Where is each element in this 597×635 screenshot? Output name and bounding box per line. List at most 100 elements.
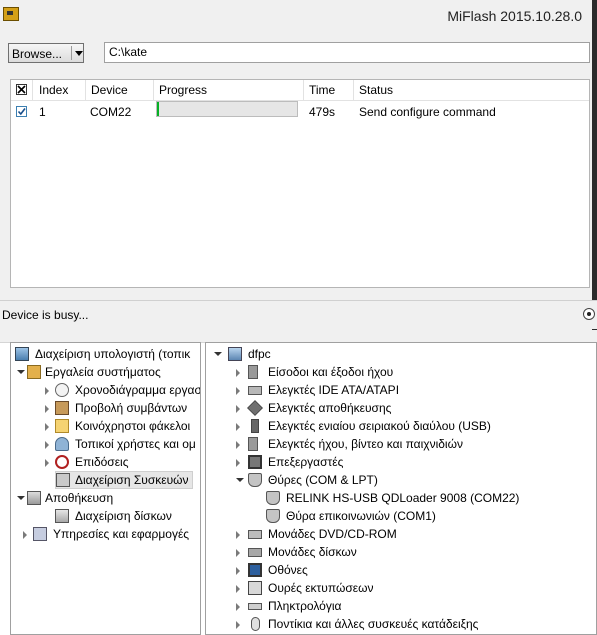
chevron-right-icon[interactable]: [236, 531, 240, 539]
chevron-down-icon[interactable]: [17, 496, 25, 500]
chevron-right-icon[interactable]: [23, 531, 27, 539]
row-time: 479s: [309, 105, 336, 119]
processor-icon: [248, 455, 262, 469]
row-device: COM22: [90, 105, 132, 119]
tree-item-label: Εργαλεία συστήματος: [45, 365, 161, 379]
window-title: MiFlash 2015.10.28.0: [447, 8, 582, 24]
port-icon: [266, 509, 280, 523]
row-checkbox[interactable]: [16, 106, 27, 117]
chevron-right-icon[interactable]: [236, 603, 240, 611]
printer-icon: [248, 581, 262, 595]
tree-item-label: Ποντίκια και άλλες συσκευές κατάδειξης: [268, 617, 479, 631]
tree-item-label: Θύρα επικοινωνιών (COM1): [286, 509, 436, 523]
chevron-right-icon[interactable]: [236, 621, 240, 629]
window-edge: [592, 0, 597, 330]
usb-icon: [251, 419, 259, 433]
tree-item-label: Χρονοδιάγραμμα εργασ: [75, 383, 201, 397]
computer-management-icon: [15, 347, 29, 361]
status-radio-icon: [583, 308, 595, 320]
port-icon: [248, 473, 262, 487]
computer-management-window: Διαχείριση υπολογιστή (τοπικ Εργαλεία συ…: [0, 330, 597, 635]
tree-item-label: Τοπικοί χρήστες και ομ: [75, 437, 196, 451]
monitor-icon: [248, 563, 262, 577]
ide-controller-icon: [248, 386, 262, 395]
tree-item-label: Ελεγκτές ενιαίου σειριακού διαύλου (USB): [268, 419, 491, 433]
disk-drive-icon: [248, 548, 262, 557]
speaker-icon: [248, 365, 258, 379]
users-icon: [55, 437, 69, 451]
disk-icon: [55, 509, 69, 523]
row-index: 1: [39, 105, 46, 119]
chevron-right-icon[interactable]: [236, 423, 240, 431]
storage-icon: [27, 491, 41, 505]
tree-item-label: Διαχείριση Συσκευών: [75, 473, 189, 487]
chevron-down-icon[interactable]: [214, 352, 222, 356]
tree-item-label: Προβολή συμβάντων: [75, 401, 188, 415]
tree-item-label: Ελεγκτές ήχου, βίντεο και παιχνιδιών: [268, 437, 463, 451]
computer-icon: [228, 347, 242, 361]
tree-item-label: Είσοδοι και έξοδοι ήχου: [268, 365, 394, 379]
mouse-icon: [251, 617, 260, 631]
tree-item-label: Ουρές εκτυπώσεων: [268, 581, 374, 595]
browse-button-label: Browse...: [12, 47, 63, 61]
keyboard-icon: [248, 603, 262, 610]
chevron-right-icon[interactable]: [45, 459, 49, 467]
device-grid: Index Device Progress Time Status 1 COM2…: [10, 79, 590, 288]
path-input[interactable]: C:\kate: [104, 42, 590, 63]
row-status: Send configure command: [359, 105, 496, 119]
chevron-down-icon[interactable]: [17, 370, 25, 374]
storage-controller-icon: [247, 400, 263, 416]
progress-bar: [156, 101, 298, 117]
chevron-right-icon[interactable]: [236, 405, 240, 413]
tools-icon: [27, 365, 41, 379]
checkmark-icon: [17, 108, 26, 116]
shared-folder-icon: [55, 419, 69, 433]
performance-icon: [55, 455, 69, 469]
status-bar: Device is busy...: [0, 300, 597, 329]
tree-item-label: Αποθήκευση: [45, 491, 114, 505]
tree-item-label: Κοινόχρηστοι φάκελοι: [75, 419, 191, 433]
browse-split-divider: [71, 46, 72, 60]
tree-item-label: Επεξεργαστές: [268, 455, 344, 469]
tree-item-label: dfpc: [248, 347, 271, 361]
chevron-right-icon[interactable]: [45, 423, 49, 431]
device-tree: dfpc Είσοδοι και έξοδοι ήχου Ελεγκτές ID…: [205, 342, 597, 635]
tree-item-label: Υπηρεσίες και εφαρμογές: [53, 527, 190, 541]
chevron-right-icon[interactable]: [236, 585, 240, 593]
chevron-right-icon[interactable]: [236, 369, 240, 377]
chevron-down-icon[interactable]: [236, 478, 244, 482]
chevron-right-icon[interactable]: [236, 549, 240, 557]
device-manager-icon: [56, 473, 70, 487]
port-icon: [266, 491, 280, 505]
chevron-right-icon[interactable]: [45, 405, 49, 413]
title-bar: MiFlash 2015.10.28.0: [0, 0, 592, 32]
progress-fill: [157, 102, 159, 116]
chevron-right-icon[interactable]: [45, 441, 49, 449]
sound-icon: [248, 437, 258, 451]
chevron-right-icon[interactable]: [236, 387, 240, 395]
status-text: Device is busy...: [2, 308, 89, 322]
tree-item-label: Διαχείριση υπολογιστή (τοπικ: [35, 347, 191, 361]
miflash-window: MiFlash 2015.10.28.0 Browse... C:\kate I…: [0, 0, 597, 330]
tree-item-label: Οθόνες: [268, 563, 308, 577]
chevron-right-icon[interactable]: [236, 567, 240, 575]
tree-item-label: Πληκτρολόγια: [268, 599, 342, 613]
tree-item-label: Διαχείριση δίσκων: [75, 509, 172, 523]
navigation-tree: Διαχείριση υπολογιστή (τοπικ Εργαλεία συ…: [10, 342, 201, 635]
chevron-down-icon[interactable]: [75, 51, 83, 56]
miflash-app-icon: [3, 7, 19, 21]
tree-item-label: Ελεγκτές αποθήκευσης: [268, 401, 392, 415]
tree-item-label: Θύρες (COM & LPT): [268, 473, 378, 487]
chevron-right-icon[interactable]: [236, 441, 240, 449]
tree-item-device-manager[interactable]: Διαχείριση Συσκευών: [55, 471, 193, 489]
dvd-drive-icon: [248, 530, 262, 539]
table-row[interactable]: 1 COM22 479s Send configure command: [11, 80, 589, 122]
tree-item-label: Ελεγκτές IDE ATA/ATAPI: [268, 383, 400, 397]
chevron-right-icon[interactable]: [236, 459, 240, 467]
browse-button[interactable]: Browse...: [8, 43, 84, 63]
chevron-right-icon[interactable]: [45, 387, 49, 395]
tree-item-label: RELINK HS-USB QDLoader 9008 (COM22): [286, 491, 520, 505]
tree-item-label: Επιδόσεις: [75, 455, 129, 469]
event-viewer-icon: [55, 401, 69, 415]
clock-icon: [55, 383, 69, 397]
